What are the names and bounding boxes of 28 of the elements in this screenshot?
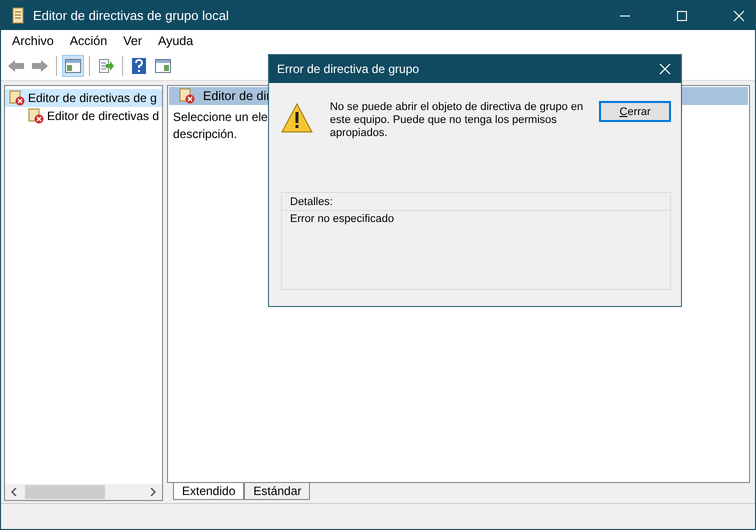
menu-item[interactable]: Archivo <box>12 34 54 48</box>
close-icon[interactable] <box>733 10 745 22</box>
document-error-icon <box>179 88 195 104</box>
document-error-icon <box>9 90 25 106</box>
dialog-title: Error de directiva de grupo <box>277 62 420 76</box>
window-title: Editor de directivas de grupo local <box>33 8 229 23</box>
menu-item[interactable]: Ver <box>123 34 142 48</box>
scroll-icon <box>10 6 26 24</box>
tree-item[interactable]: Editor de directivas de g <box>5 89 162 107</box>
details-text: Error no especificado <box>289 212 395 227</box>
description-text: descripción. <box>173 126 238 143</box>
error-message: No se puede abrir el objeto de directiva de grupo en este equipo. Puede que no tenga los permisos apropiados. <box>330 101 584 140</box>
description-text: Seleccione un ele <box>173 109 268 126</box>
view-tab[interactable]: Extendido <box>173 483 244 500</box>
chevron-left-icon[interactable] <box>11 488 17 496</box>
warning-icon <box>281 103 313 133</box>
horizontal-scrollbar[interactable] <box>5 484 162 500</box>
chevron-right-icon[interactable] <box>150 488 156 496</box>
details-label: Detalles: <box>282 193 670 211</box>
maximize-icon[interactable] <box>676 10 688 22</box>
menu-item[interactable]: Acción <box>70 34 108 48</box>
document-error-icon <box>28 108 44 124</box>
menu-item[interactable]: Ayuda <box>158 34 194 48</box>
view-tab[interactable]: Estándar <box>244 483 310 500</box>
pane-icon[interactable] <box>62 55 84 77</box>
close-button[interactable]: Cerrar <box>599 101 671 122</box>
close-icon[interactable] <box>659 63 671 75</box>
tree-item[interactable]: Editor de directivas d <box>5 107 162 125</box>
